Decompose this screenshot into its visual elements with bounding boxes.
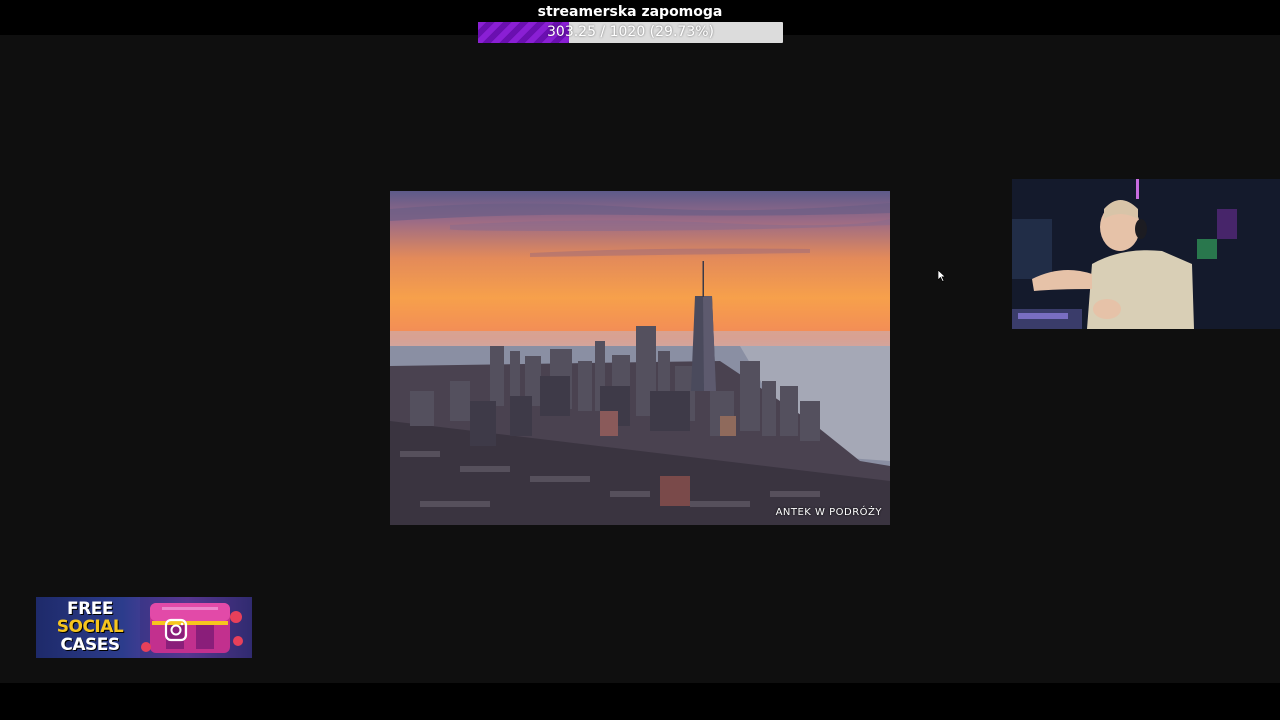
webcam-scene <box>1012 179 1280 329</box>
promo-banner[interactable]: FREE SOCIAL CASES <box>36 597 252 658</box>
goal-progress-bar: 303.25 / 1020 (29.73%) <box>478 22 783 43</box>
skyline-illustration <box>390 203 890 525</box>
goal-progress-text: 303.25 / 1020 (29.73%) <box>547 24 714 40</box>
promo-line-free: FREE <box>67 599 113 619</box>
city-skyline-photo: ANTEK W PODRÓŻY <box>390 191 890 525</box>
goal-title: streamerska zapomoga <box>537 4 723 20</box>
photo-watermark: ANTEK W PODRÓŻY <box>775 507 882 518</box>
webcam-overlay <box>1012 179 1280 329</box>
promo-text: FREE SOCIAL CASES <box>42 600 138 654</box>
promo-line-social: SOCIAL <box>56 617 124 637</box>
mouse-cursor-icon <box>938 270 946 282</box>
instagram-chest-icon <box>140 597 252 658</box>
promo-line-cases: CASES <box>60 635 120 655</box>
bottom-bar <box>0 683 1280 720</box>
